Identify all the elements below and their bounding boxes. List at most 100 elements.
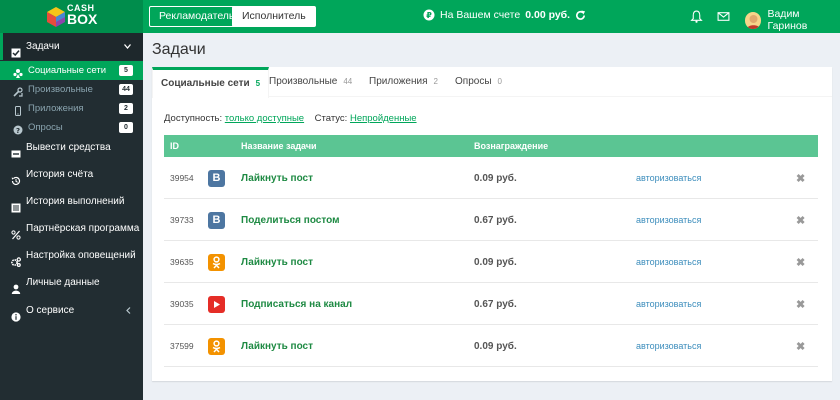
task-title[interactable]: Лайкнуть пост [241, 325, 313, 367]
sidebar-item-partner-program[interactable]: Партнёрская программа [0, 215, 143, 242]
task-title[interactable]: Поделиться постом [241, 199, 340, 241]
tab-polls[interactable]: Опросы 0 [455, 67, 502, 97]
sidebar-item-about[interactable]: О сервисе [0, 297, 143, 324]
availability-label: Доступность: [164, 113, 223, 124]
status-filter-link[interactable]: Непройденные [350, 113, 417, 124]
tab-count: 0 [497, 77, 502, 86]
task-reward: 0.09 руб. [474, 256, 517, 268]
task-id: 39635 [170, 257, 194, 267]
tab-apps[interactable]: Приложения 2 [369, 67, 438, 97]
user-name: Вадим Гаринов [767, 8, 808, 32]
task-title[interactable]: Лайкнуть пост [241, 157, 313, 199]
availability-filter-link[interactable]: только доступные [225, 113, 304, 124]
task-reward: 0.67 руб. [474, 214, 517, 226]
task-reward: 0.09 руб. [474, 340, 517, 352]
sidebar-item-label: Задачи [26, 41, 60, 52]
sidebar-subitem-label: Социальные сети [28, 65, 107, 76]
task-reward: 0.67 руб. [474, 298, 517, 310]
sidebar-item-withdraw[interactable]: Вывести средства [0, 134, 143, 161]
logo-text-bottom: BOX [67, 11, 98, 27]
bell-icon[interactable] [690, 10, 703, 23]
sidebar-item-personal-data[interactable]: Личные данные [0, 269, 143, 296]
network-icon [208, 325, 225, 367]
table-row: 39035 Подписаться на канал 0.67 руб. авт… [164, 283, 818, 325]
column-header-id: ID [170, 141, 179, 151]
close-icon[interactable]: ✖ [796, 199, 805, 241]
sidebar-subitem-social[interactable]: Социальные сети 5 [0, 61, 143, 80]
tasks-panel: Социальные сети 5 Произвольные 44 Приложен… [152, 67, 832, 381]
close-icon[interactable]: ✖ [796, 283, 805, 325]
chevron-left-icon[interactable] [126, 307, 131, 314]
top-navbar: CASH BOX Рекламодатель Исполнитель ₽ На … [0, 0, 840, 33]
sidebar-item-completion-history[interactable]: История выполнений [0, 188, 143, 215]
count-badge: 5 [119, 65, 133, 76]
tab-label: Социальные сети [161, 78, 250, 89]
user-menu[interactable]: Вадим Гаринов [745, 8, 840, 32]
close-icon[interactable]: ✖ [796, 241, 805, 283]
task-id: 37599 [170, 341, 194, 351]
tab-label: Опросы [455, 76, 492, 87]
tab-count: 5 [255, 79, 261, 88]
history-icon [11, 170, 21, 185]
sidebar-item-label: Настройка оповещений [26, 250, 136, 261]
sidebar-item-notification-settings[interactable]: Настройка оповещений [0, 242, 143, 269]
authorize-link[interactable]: авторизоваться [636, 325, 701, 367]
sidebar-subitem-label: Произвольные [28, 84, 93, 95]
close-icon[interactable]: ✖ [796, 157, 805, 199]
network-icon [208, 241, 225, 283]
table-row: 37599 Лайкнуть пост 0.09 руб. авторизова… [164, 325, 818, 367]
task-reward: 0.09 руб. [474, 172, 517, 184]
authorize-link[interactable]: авторизоваться [636, 199, 701, 241]
count-badge: 44 [119, 84, 133, 95]
wallet-icon [11, 143, 21, 157]
count-badge: 0 [119, 122, 133, 133]
authorize-link[interactable]: авторизоваться [636, 157, 701, 199]
table-row: 39733 B Поделиться постом 0.67 руб. авто… [164, 199, 818, 241]
info-icon [11, 306, 21, 322]
sidebar-item-account-history[interactable]: История счёта [0, 161, 143, 188]
task-title[interactable]: Подписаться на канал [241, 283, 352, 325]
tab-count: 2 [433, 77, 438, 86]
column-header-reward: Вознаграждение [474, 141, 549, 151]
chevron-down-icon[interactable] [124, 44, 131, 49]
authorize-link[interactable]: авторизоваться [636, 283, 701, 325]
task-id: 39733 [170, 215, 194, 225]
sidebar-subitem-apps[interactable]: Приложения 2 [0, 99, 143, 118]
balance-display: ₽ На Вашем счете 0.00 руб. [423, 9, 586, 21]
list-icon [11, 197, 21, 212]
close-icon[interactable]: ✖ [796, 325, 805, 367]
refresh-icon[interactable] [575, 9, 586, 21]
task-id: 39954 [170, 173, 194, 183]
logo[interactable]: CASH BOX [0, 0, 143, 33]
tab-custom[interactable]: Произвольные 44 [269, 67, 352, 97]
avatar [745, 11, 762, 29]
sidebar-item-tasks[interactable]: Задачи [0, 33, 143, 60]
sidebar-item-label: Вывести средства [26, 142, 111, 153]
envelope-icon[interactable] [717, 10, 730, 23]
vk-icon: B [208, 169, 225, 187]
tab-bar: Социальные сети 5 Произвольные 44 Приложен… [152, 67, 832, 98]
user-icon [11, 278, 21, 294]
cogs-icon [11, 251, 22, 267]
youtube-icon [208, 295, 225, 313]
page-title: Задачи [152, 41, 206, 58]
mobile-icon [13, 104, 23, 116]
count-badge: 2 [119, 103, 133, 114]
svg-text:₽: ₽ [426, 11, 432, 20]
task-id: 39035 [170, 299, 194, 309]
ruble-icon: ₽ [423, 9, 435, 21]
filters-bar: Доступность: только доступные Статус: Не… [164, 113, 417, 124]
check-square-icon [11, 42, 21, 57]
advertiser-button[interactable]: Рекламодатель [149, 6, 245, 27]
tab-social[interactable]: Социальные сети 5 [152, 67, 270, 98]
cube-logo-icon [47, 7, 65, 27]
authorize-link[interactable]: авторизоваться [636, 241, 701, 283]
table-row: 39954 B Лайкнуть пост 0.09 руб. авторизо… [164, 157, 818, 199]
users-icon [13, 66, 23, 78]
sidebar-subitem-custom[interactable]: Произвольные 44 [0, 80, 143, 99]
performer-button[interactable]: Исполнитель [232, 6, 316, 27]
vk-icon: B [208, 211, 225, 229]
task-title[interactable]: Лайкнуть пост [241, 241, 313, 283]
sidebar-subitem-label: Приложения [28, 103, 84, 114]
table-header: ID Название задачи Вознаграждение [164, 135, 818, 157]
